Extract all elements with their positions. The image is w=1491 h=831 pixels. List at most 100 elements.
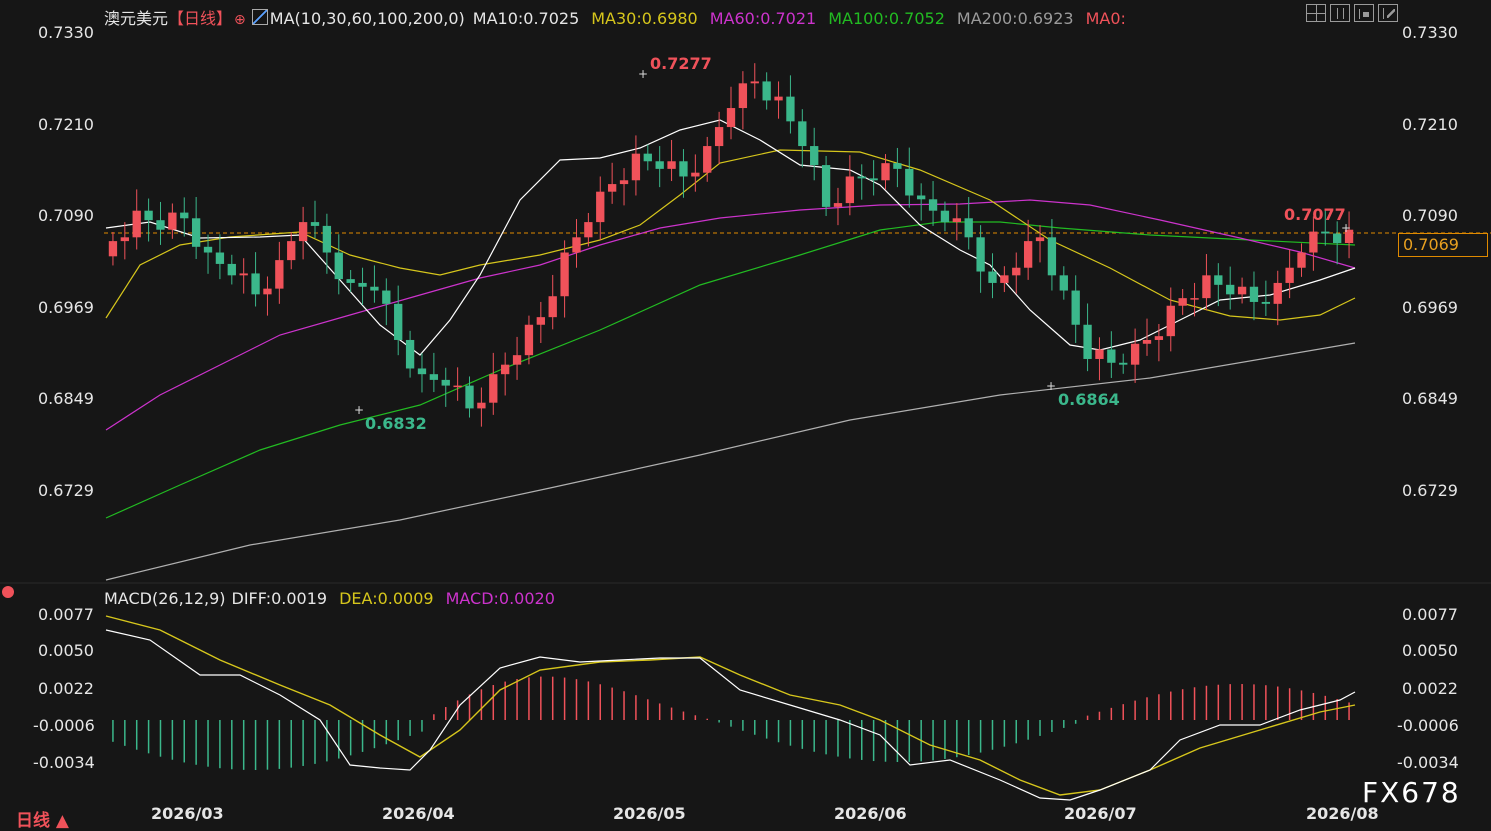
chart-canvas: 0.7277 + 0.6832 + 0.6864 + 0.7077 +: [0, 54, 1491, 801]
candle-body: [821, 165, 831, 207]
candle-body: [857, 176, 866, 179]
candle-body: [370, 286, 379, 291]
candle-body: [287, 241, 296, 261]
macd-value: MACD:0.0020: [445, 589, 555, 608]
candle-body: [1142, 339, 1152, 344]
candle-body: [263, 288, 272, 295]
candle-body: [1083, 324, 1092, 359]
date-tick: 2026/05: [613, 804, 686, 823]
candle-body: [275, 260, 284, 289]
candle-body: [191, 218, 201, 247]
candle-body: [227, 263, 236, 276]
candle-body: [869, 178, 878, 181]
macd-tick-left: -0.0034: [33, 753, 95, 772]
candle-body: [346, 279, 355, 283]
candle-body: [798, 121, 807, 147]
candle-body: [905, 168, 914, 196]
candle-body: [1178, 298, 1187, 306]
candle-body: [1249, 286, 1259, 302]
low2-label: 0.6864: [1058, 390, 1120, 409]
candle-body: [215, 252, 225, 264]
candle-body: [441, 379, 450, 386]
candle-body: [584, 222, 593, 238]
candle-body: [1107, 349, 1116, 363]
date-tick: 2026/06: [834, 804, 907, 823]
candle-body: [691, 172, 700, 177]
candle-body: [1071, 290, 1080, 325]
candle-body: [726, 108, 736, 128]
macd-header: MACD(26,12,9) DIFF:0.0019 DEA:0.0009 MACD:0…: [104, 589, 555, 608]
candle-body: [1000, 275, 1009, 283]
candle-body: [1035, 237, 1045, 242]
candle-body: [120, 237, 129, 242]
marker-low2: +: [1046, 379, 1056, 393]
candle-body: [1321, 231, 1330, 234]
candle-body: [536, 317, 545, 325]
candle-body: [203, 246, 213, 253]
candle-body: [1190, 298, 1199, 300]
macd-tick-left: 0.0022: [38, 679, 94, 698]
candle-body: [489, 374, 498, 403]
candle-body: [810, 146, 819, 166]
candle-body: [512, 355, 522, 365]
marker-recent-high: +: [1341, 221, 1351, 235]
candle-body: [168, 212, 177, 230]
macd-tick-right: -0.0006: [1397, 716, 1459, 735]
dea-value: DEA:0.0009: [339, 589, 434, 608]
candle-body: [596, 191, 605, 223]
candle-body: [881, 163, 890, 181]
candle-body: [322, 225, 332, 253]
candle-body: [298, 222, 308, 242]
indicator-settings-icon[interactable]: [2, 586, 14, 598]
marker-high: +: [638, 67, 648, 81]
ma200-line: [105, 342, 1356, 581]
candle-body: [1154, 336, 1164, 340]
candle-body: [524, 324, 534, 356]
candle-body: [1012, 267, 1021, 276]
candle-body: [1119, 362, 1128, 365]
candle-body: [786, 96, 795, 122]
candle-body: [156, 220, 165, 230]
candle-body: [477, 402, 486, 409]
macd-tick-left: -0.0006: [33, 716, 95, 735]
candle-body: [750, 81, 759, 84]
candle-body: [1202, 275, 1211, 299]
candle-body: [1166, 305, 1175, 337]
candle-body: [940, 210, 950, 223]
macd-tick-right: 0.0050: [1402, 641, 1458, 660]
candle-body: [952, 218, 961, 223]
candle-body: [976, 237, 985, 272]
candle-body: [1023, 241, 1033, 268]
dea-line: [105, 615, 1356, 796]
ma100-line: [105, 221, 1356, 519]
candle-body: [394, 303, 403, 340]
candle-body: [655, 161, 664, 169]
macd-tick-left: 0.0050: [38, 641, 94, 660]
candle-body: [1297, 252, 1306, 268]
diff-value: DIFF:0.0019: [231, 589, 328, 608]
candle-body: [132, 210, 141, 238]
candle-body: [1309, 231, 1318, 253]
candle-body: [1237, 286, 1247, 295]
candle-body: [144, 210, 153, 221]
candle-body: [1047, 237, 1057, 276]
date-tick: 2026/04: [382, 804, 455, 823]
candle-body: [239, 273, 248, 276]
diff-line: [105, 629, 1356, 801]
macd-tick-right: -0.0034: [1397, 753, 1459, 772]
candle-body: [572, 237, 581, 253]
candle-body: [453, 385, 462, 388]
candle-body: [738, 83, 748, 109]
candle-body: [607, 184, 617, 192]
candle-body: [358, 282, 367, 287]
candle-body: [964, 218, 973, 238]
date-tick: 2026/07: [1064, 804, 1137, 823]
period-switch-button[interactable]: 日线 ▲: [16, 806, 69, 831]
low1-label: 0.6832: [365, 414, 427, 433]
candle-body: [774, 96, 783, 101]
marker-low1: +: [354, 403, 364, 417]
watermark: FX678: [1362, 776, 1461, 809]
candle-body: [405, 339, 415, 369]
candle-body: [1261, 301, 1271, 304]
candle-body: [643, 153, 652, 162]
